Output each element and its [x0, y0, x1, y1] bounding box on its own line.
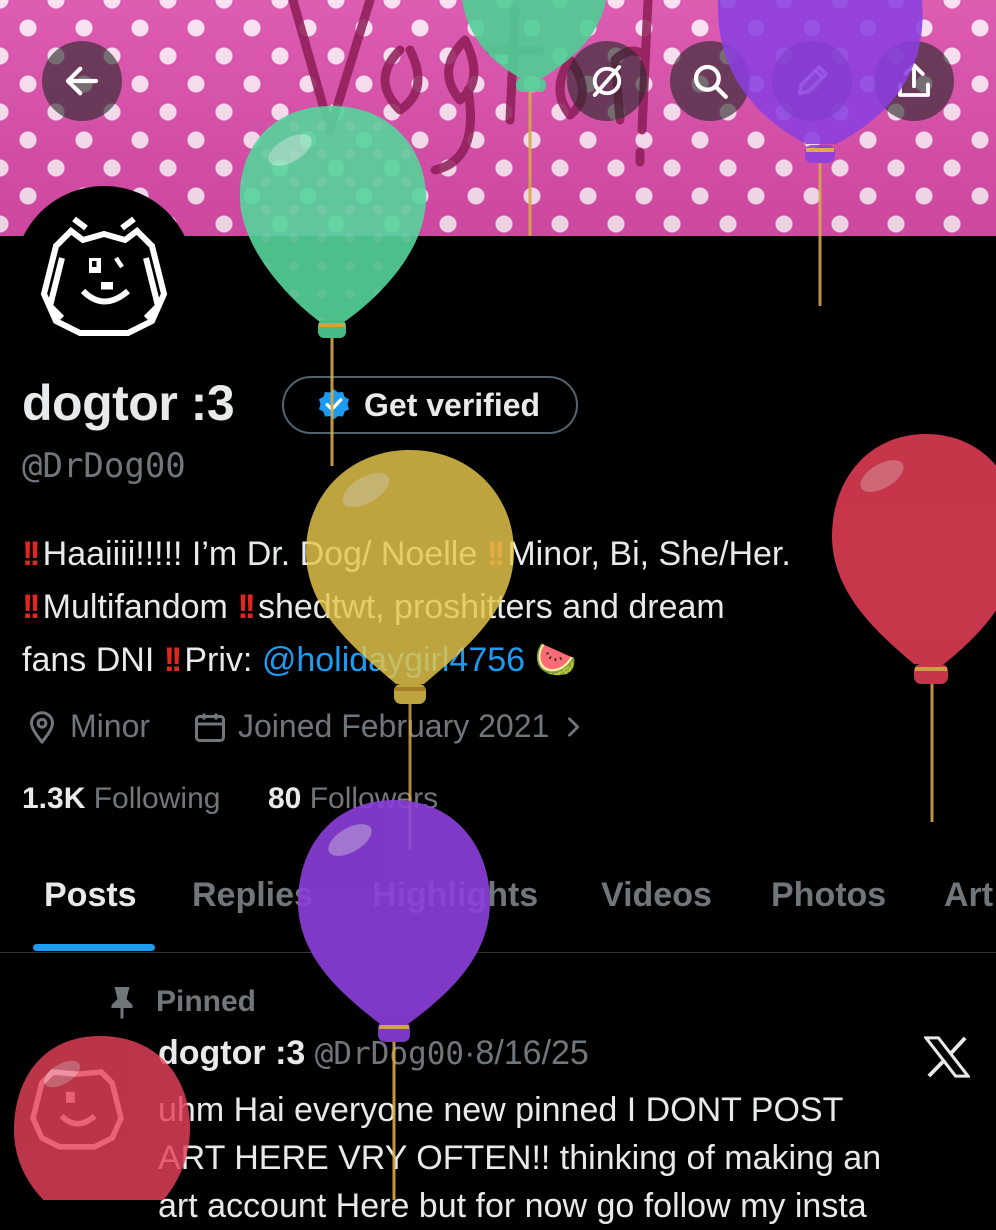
following-label: Following: [93, 782, 221, 815]
location: Minor: [24, 708, 150, 745]
double-exclamation-icon: !!: [22, 535, 41, 573]
edit-pen-icon: [798, 65, 828, 95]
double-exclamation-icon: !!: [237, 588, 256, 626]
profile-avatar[interactable]: [14, 186, 194, 366]
post-separator: ·: [464, 1034, 476, 1072]
active-tab-indicator: [33, 944, 155, 951]
post-header: dogtor :3 @DrDog00·8/16/25: [158, 1034, 589, 1073]
tab-photos[interactable]: Photos: [771, 876, 886, 915]
post-author-name[interactable]: dogtor :3: [158, 1034, 305, 1072]
pinned-label: Pinned: [106, 984, 256, 1020]
search-button[interactable]: [670, 41, 750, 121]
join-date-label: Joined February 2021: [238, 708, 550, 744]
post-text[interactable]: uhm Hai everyone new pinned I DONT POST …: [158, 1086, 978, 1230]
edit-button[interactable]: [772, 41, 852, 121]
dog-avatar-image: [30, 1069, 124, 1150]
profile-bio: !! Haaiiii!!!!! I’m Dr. Dog/ Noelle !! Min…: [22, 528, 982, 687]
tab-highlights[interactable]: Highlights: [372, 876, 538, 915]
tab-replies[interactable]: Replies: [192, 876, 313, 915]
post-author-handle[interactable]: @DrDog00: [315, 1036, 464, 1072]
location-pin-icon: [29, 710, 55, 744]
share-icon: [898, 63, 930, 97]
verified-badge-icon: [319, 389, 349, 420]
pin-icon: [111, 987, 133, 1019]
back-button[interactable]: [42, 41, 122, 121]
bio-line-2: !! Multifandom !! shedtwt, proshitters and…: [22, 588, 725, 626]
double-exclamation-icon: !!: [486, 535, 506, 573]
post-author-avatar[interactable]: [22, 1050, 132, 1160]
dog-avatar-image: [40, 216, 168, 336]
post-text-line: uhm Hai everyone new pinned I DONT POST: [158, 1091, 844, 1129]
tab-art[interactable]: Art: [944, 876, 993, 915]
grok-button[interactable]: [567, 41, 647, 121]
followers-count: 80: [268, 782, 302, 815]
following-count: 1.3K: [22, 782, 86, 815]
followers-link[interactable]: 80 Followers: [268, 782, 438, 816]
priv-account-link[interactable]: @holidaygirl4756: [262, 641, 525, 679]
post-text-line: art account Here but for now go follow m…: [158, 1187, 867, 1225]
grok-icon: [592, 65, 622, 97]
display-name: dogtor :3: [22, 375, 235, 431]
bio-line-1: !! Haaiiii!!!!! I’m Dr. Dog/ Noelle !! Min…: [22, 535, 791, 573]
search-icon: [693, 64, 728, 99]
chevron-right-icon: [568, 716, 580, 737]
bio-line-3: fans DNI !! Priv: @holidaygirl4756 🍉: [22, 641, 577, 679]
following-link[interactable]: 1.3K Following: [22, 782, 220, 816]
watermelon-emoji: 🍉: [534, 641, 577, 679]
followers-label: Followers: [309, 782, 439, 815]
double-exclamation-icon: !!: [22, 588, 41, 626]
join-date[interactable]: Joined February 2021: [192, 708, 587, 745]
share-button[interactable]: [874, 41, 954, 121]
post-text-line: ART HERE VRY OFTEN!! thinking of making …: [158, 1139, 882, 1177]
location-label: Minor: [70, 708, 151, 744]
x-logo-icon: [924, 1036, 970, 1078]
get-verified-button[interactable]: Get verified: [282, 376, 578, 434]
tab-videos[interactable]: Videos: [601, 876, 712, 915]
tab-posts[interactable]: Posts: [44, 876, 137, 915]
calendar-icon: [195, 713, 225, 742]
double-exclamation-icon: !!: [163, 641, 183, 679]
post-date[interactable]: 8/16/25: [475, 1034, 588, 1072]
get-verified-label: Get verified: [364, 386, 541, 423]
tabs-divider: [0, 952, 996, 953]
profile-handle: @DrDog00: [22, 446, 186, 486]
arrow-left-icon: [65, 66, 99, 96]
